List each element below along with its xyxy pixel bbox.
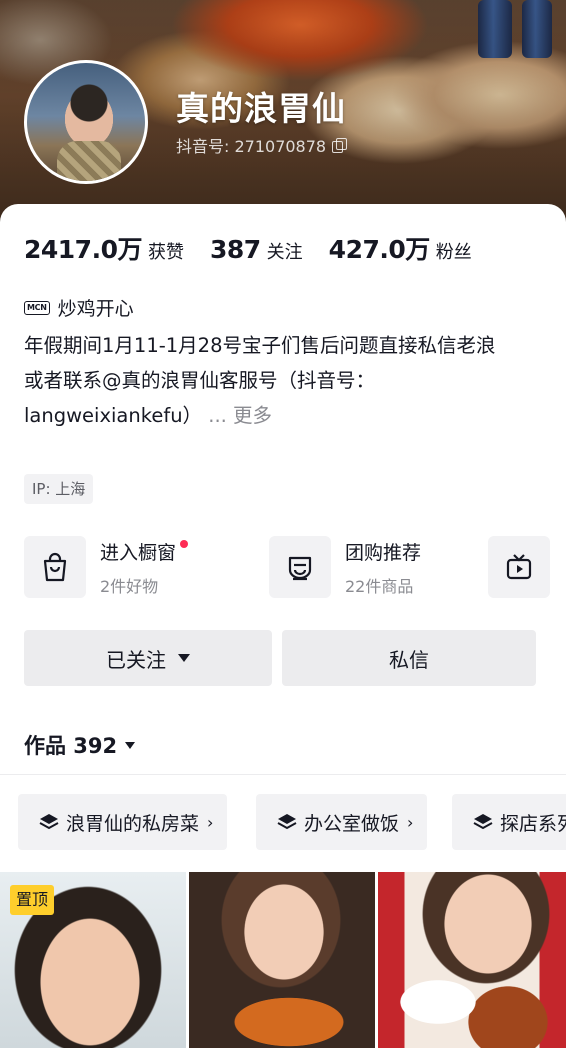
ip-location-badge: IP: 上海 [24, 474, 94, 504]
collection-label: 办公室做饭 [304, 812, 400, 835]
shop-entries: 进入橱窗 2件好物 团购推荐 22件商品 [24, 536, 566, 600]
bio-text[interactable]: 年假期间1月11-1月28号宝子们售后问题直接私信老浪 或者联系@真的浪胃仙客服… [24, 328, 544, 433]
notification-dot [180, 539, 189, 548]
stat-following-label: 关注 [266, 242, 303, 263]
layers-icon [39, 814, 59, 830]
stat-following-value: 387 [209, 235, 261, 264]
followed-button[interactable]: 已关注 [24, 630, 272, 686]
collection-chip[interactable]: 办公室做饭 › [256, 794, 428, 850]
profile-stats: 2417.0万 获赞 387 关注 427.0万 粉丝 [24, 230, 498, 266]
works-tab[interactable]: 作品 392 [24, 730, 136, 760]
dropdown-arrow-icon [178, 654, 190, 662]
mcn-name: 炒鸡开心 [57, 298, 134, 320]
group-buy-title: 团购推荐 [345, 541, 422, 564]
chevron-right-icon: › [407, 812, 414, 832]
bio-line: 或者联系@真的浪胃仙客服号（抖音号：langweixiankefu） [24, 369, 376, 427]
live-tv-icon [488, 536, 550, 598]
group-buy-icon [269, 536, 331, 598]
shop-window-subtitle: 2件好物 [100, 576, 159, 596]
mcn-tag[interactable]: MCN 炒鸡开心 [24, 294, 134, 321]
stat-followers-label: 粉丝 [435, 242, 472, 263]
chevron-right-icon: › [207, 812, 214, 832]
video-thumbnail[interactable] [378, 872, 566, 1048]
video-thumbnail[interactable] [189, 872, 375, 1048]
shopping-bag-icon [24, 536, 86, 598]
pinned-badge: 置顶 [10, 885, 55, 915]
message-button[interactable]: 私信 [282, 630, 536, 686]
profile-card: 2417.0万 获赞 387 关注 427.0万 粉丝 MCN 炒鸡开心 年假期… [0, 204, 566, 1048]
collections-row: 浪胃仙的私房菜 › 办公室做饭 › 探店系列 [18, 794, 566, 850]
dropdown-arrow-icon [125, 741, 136, 749]
collection-chip[interactable]: 探店系列 [452, 794, 566, 850]
stat-followers[interactable]: 427.0万 粉丝 [329, 230, 472, 266]
group-buy-subtitle: 22件商品 [345, 576, 414, 596]
stat-likes[interactable]: 2417.0万 获赞 [24, 230, 184, 266]
profile-username: 真的浪胃仙 [176, 89, 346, 128]
stat-likes-value: 2417.0万 [24, 235, 142, 264]
bio-line-wrap: 或者联系@真的浪胃仙客服号（抖音号：langweixiankefu） ... 更… [24, 363, 544, 433]
followed-label: 已关注 [106, 647, 166, 672]
divider [0, 774, 566, 775]
copy-icon[interactable] [332, 138, 348, 153]
shop-window-title: 进入橱窗 [100, 538, 189, 565]
collection-chip[interactable]: 浪胃仙的私房菜 › [18, 794, 228, 850]
layers-icon [277, 814, 297, 830]
message-label: 私信 [389, 647, 429, 672]
douyin-id-text: 抖音号: 271070878 [176, 137, 327, 156]
mcn-icon: MCN [24, 300, 50, 315]
douyin-id[interactable]: 抖音号: 271070878 [176, 133, 348, 157]
collection-label: 探店系列 [500, 812, 566, 835]
bio-more-link[interactable]: ... 更多 [208, 404, 272, 427]
layers-icon [473, 814, 493, 830]
live-entry[interactable] [488, 536, 550, 598]
video-grid: 置顶 [0, 872, 566, 1048]
shop-window-entry[interactable]: 进入橱窗 2件好物 [24, 536, 189, 598]
stat-following[interactable]: 387 关注 [210, 235, 303, 264]
stat-followers-value: 427.0万 [328, 235, 431, 264]
avatar[interactable] [24, 60, 148, 184]
bio-line: 年假期间1月11-1月28号宝子们售后问题直接私信老浪 [24, 334, 496, 357]
group-buy-entry[interactable]: 团购推荐 22件商品 [269, 536, 421, 598]
collection-label: 浪胃仙的私房菜 [66, 812, 200, 835]
video-thumbnail[interactable]: 置顶 [0, 872, 186, 1048]
works-label: 作品 392 [24, 734, 118, 758]
stat-likes-label: 获赞 [147, 242, 184, 263]
